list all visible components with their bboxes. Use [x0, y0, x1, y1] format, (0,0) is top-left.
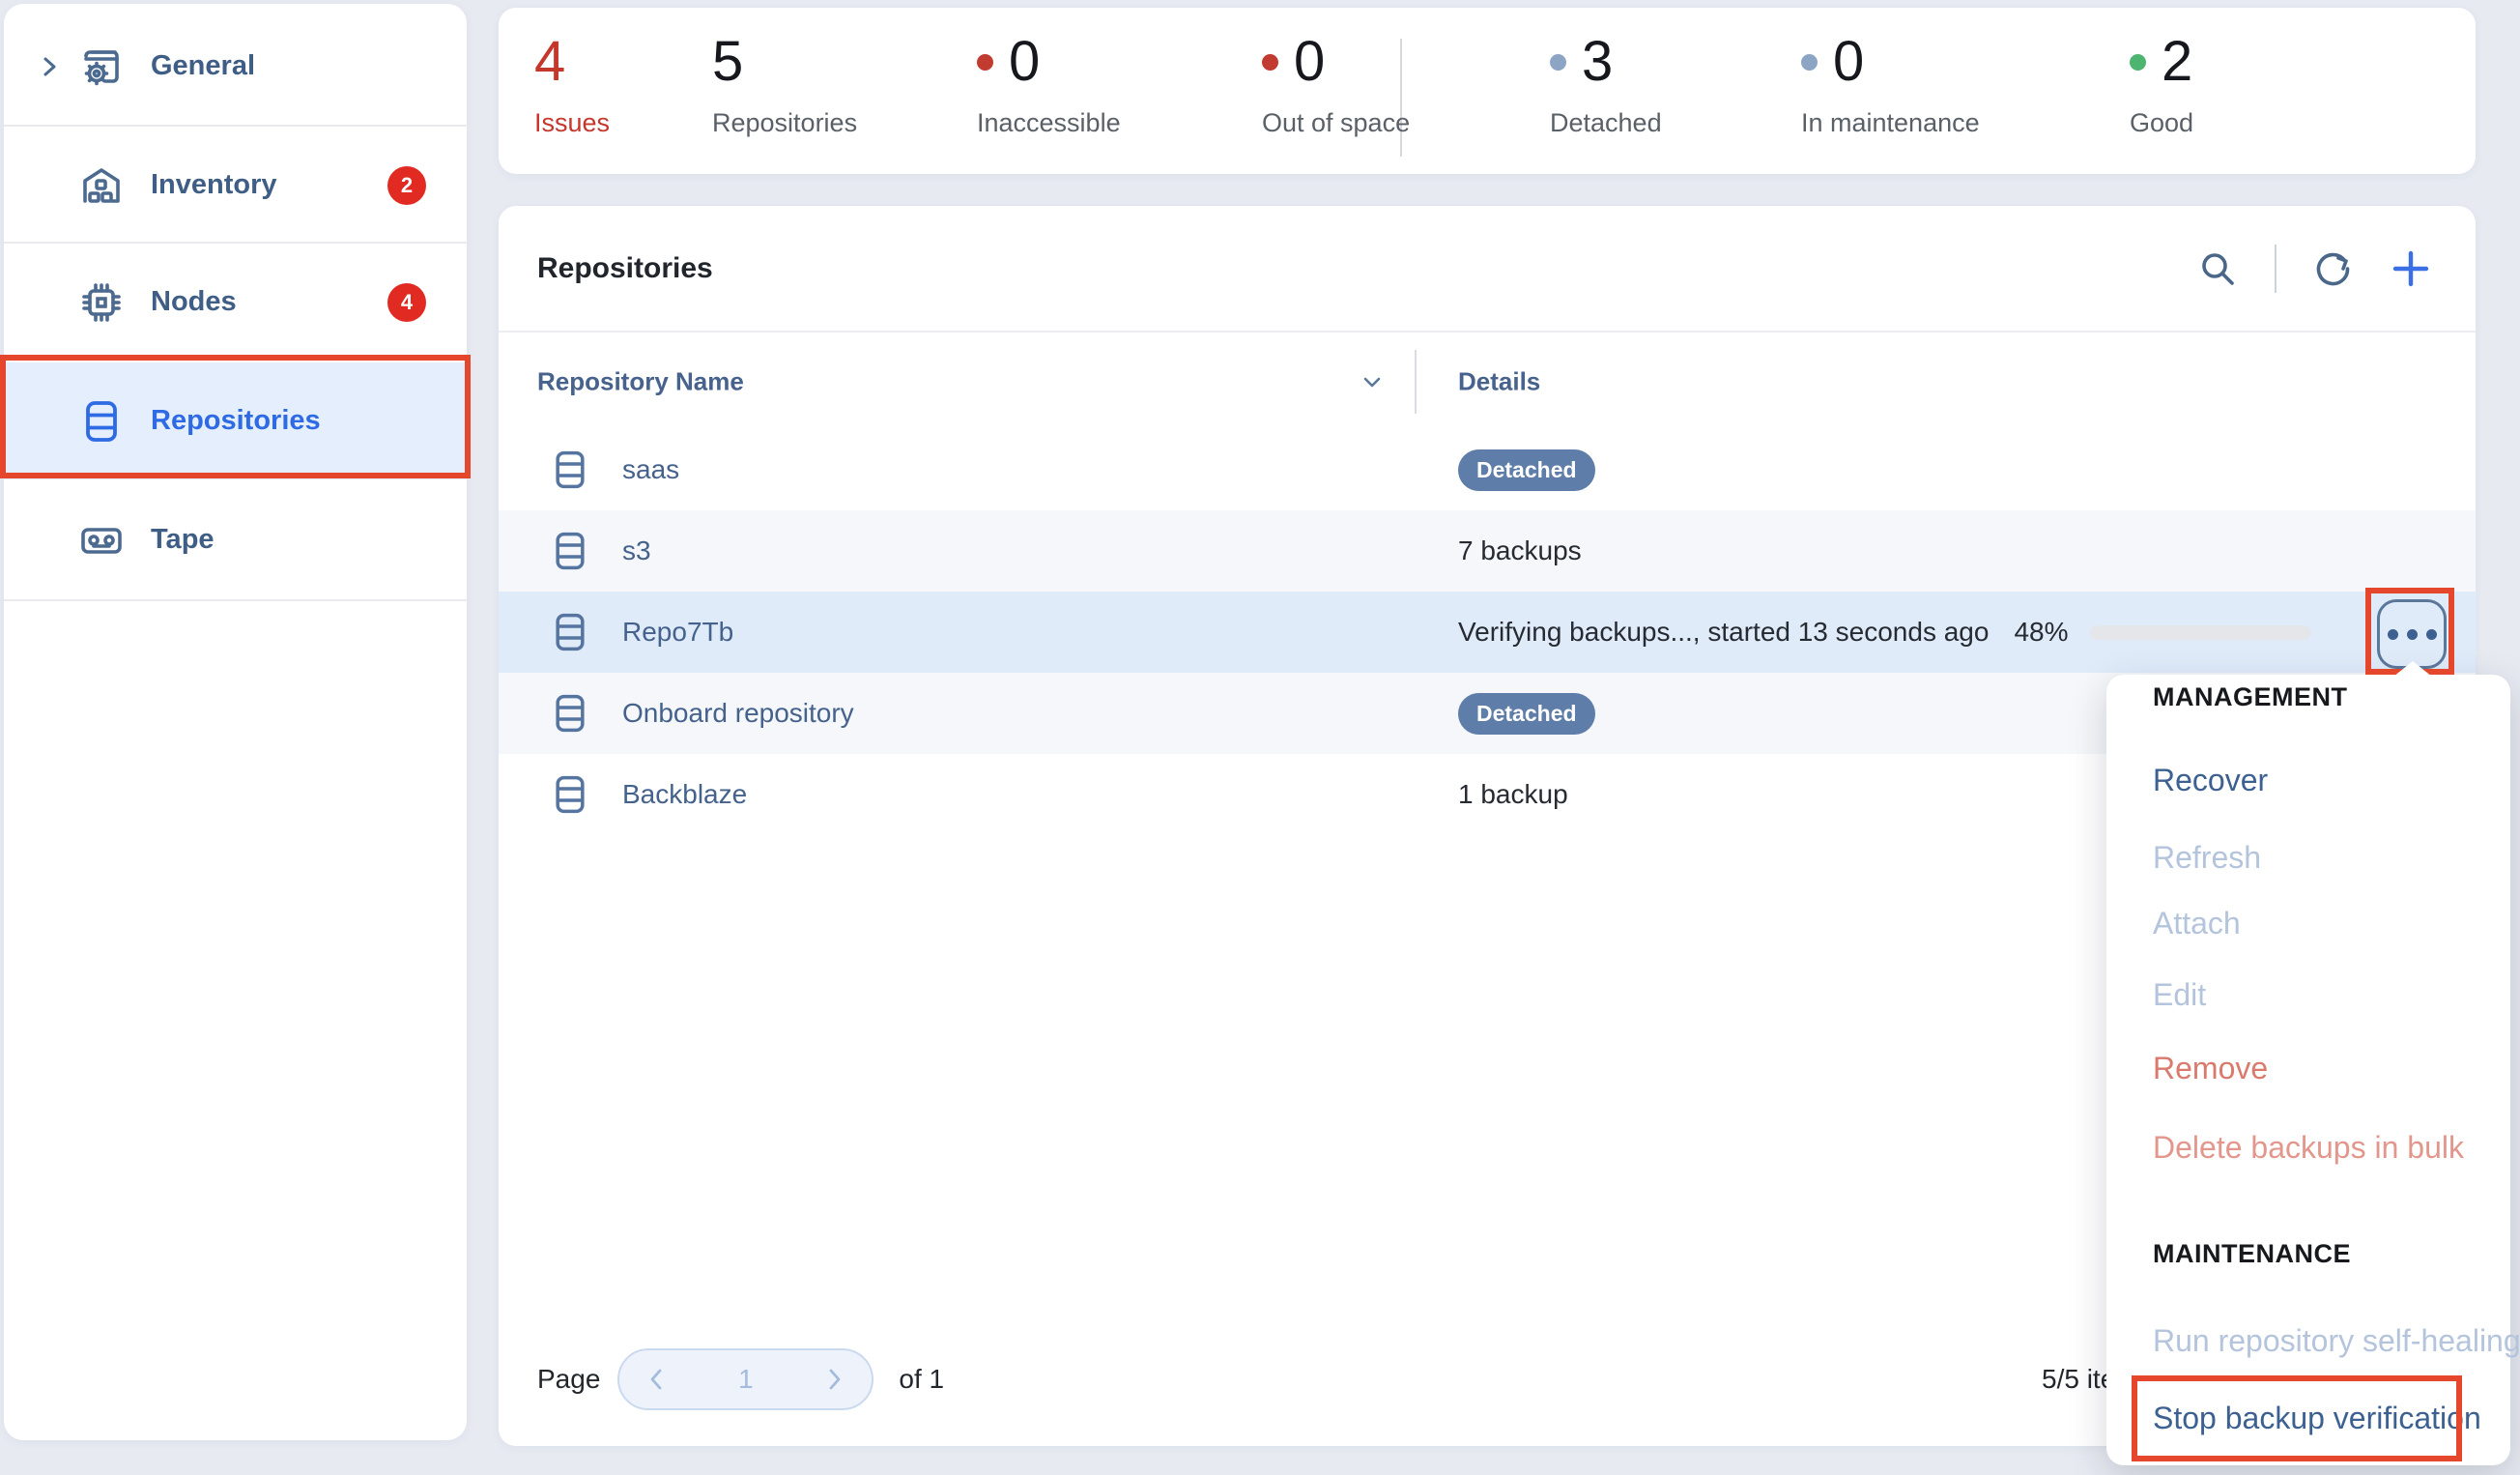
repository-name[interactable]: s3	[622, 535, 651, 566]
verification-status-text: Verifying backups..., started 13 seconds…	[1458, 617, 1989, 648]
sidebar-item-general[interactable]: General	[4, 8, 467, 125]
add-repository-button[interactable]	[2391, 248, 2431, 289]
table-row-s3[interactable]: s3 7 backups	[499, 510, 2476, 592]
nodes-count-badge: 4	[387, 283, 426, 322]
out-of-space-label: Out of space	[1262, 108, 1410, 138]
panel-header: Repositories	[499, 206, 2476, 333]
stat-issues: 4 Issues	[534, 31, 610, 138]
table-row-saas[interactable]: saas Detached	[499, 429, 2476, 510]
issues-count: 4	[534, 31, 610, 93]
good-count: 2	[2162, 31, 2192, 93]
issues-label: Issues	[534, 108, 610, 138]
status-dot	[1801, 54, 1818, 71]
menu-item-recover[interactable]: Recover	[2153, 760, 2268, 800]
stat-good: 2 Good	[2130, 31, 2193, 138]
table-header: Repository Name Details	[499, 334, 2476, 429]
progress-bar	[2090, 625, 2311, 640]
repositories-label: Repositories	[712, 108, 857, 138]
inaccessible-count: 0	[1009, 31, 1040, 93]
status-badge: Detached	[1458, 449, 1595, 491]
inventory-count-badge: 2	[387, 166, 426, 205]
sidebar-item-tape[interactable]: Tape	[4, 481, 467, 598]
search-icon[interactable]	[2197, 248, 2238, 289]
status-dot	[977, 54, 993, 71]
refresh-icon[interactable]	[2313, 248, 2354, 289]
stat-in-maintenance: 0 In maintenance	[1801, 31, 1980, 138]
status-dot	[1550, 54, 1566, 71]
current-page-number: 1	[738, 1364, 754, 1395]
previous-page-button[interactable]	[644, 1367, 670, 1392]
repository-details: 7 backups	[1458, 535, 2456, 566]
detached-label: Detached	[1550, 108, 1662, 138]
menu-item-delete-backups-in-bulk[interactable]: Delete backups in bulk	[2153, 1127, 2464, 1168]
repository-icon	[78, 398, 125, 445]
table-row-repo7tb[interactable]: Repo7Tb Verifying backups..., started 13…	[499, 592, 2476, 673]
divider	[2275, 245, 2277, 293]
inaccessible-label: Inaccessible	[977, 108, 1121, 138]
status-summary-bar: 4 Issues 5 Repositories 0 Inaccessible 0…	[499, 8, 2476, 174]
in-maintenance-label: In maintenance	[1801, 108, 1980, 138]
sidebar-item-inventory[interactable]: Inventory 2	[4, 127, 467, 244]
status-badge: Detached	[1458, 693, 1595, 735]
chevron-right-icon[interactable]	[36, 53, 63, 80]
sidebar-item-nodes[interactable]: Nodes 4	[4, 244, 467, 361]
status-dot	[2130, 54, 2146, 71]
page-stepper: 1	[617, 1348, 873, 1410]
menu-item-run-repository-self-healing: Run repository self-healing	[2153, 1320, 2520, 1361]
menu-item-remove[interactable]: Remove	[2153, 1048, 2268, 1088]
repository-icon	[549, 772, 591, 817]
repository-icon	[549, 529, 591, 573]
repository-icon	[549, 448, 591, 492]
progress-percent: 48%	[2014, 617, 2068, 648]
detached-count: 3	[1582, 31, 1613, 93]
repositories-count: 5	[712, 31, 857, 93]
sidebar-item-label: General	[151, 50, 255, 82]
in-maintenance-count: 0	[1833, 31, 1864, 93]
sidebar-item-label: Inventory	[151, 169, 277, 201]
repository-name[interactable]: Repo7Tb	[622, 617, 733, 648]
repository-name[interactable]: Backblaze	[622, 779, 747, 810]
column-details: Details	[1458, 367, 1540, 397]
chevron-down-icon[interactable]	[1358, 367, 1387, 396]
chip-icon	[78, 279, 125, 326]
status-dot	[1262, 54, 1278, 71]
menu-section-maintenance: MAINTENANCE	[2153, 1239, 2351, 1269]
menu-item-refresh: Refresh	[2153, 837, 2261, 878]
sidebar-item-label: Nodes	[151, 286, 237, 318]
out-of-space-count: 0	[1294, 31, 1325, 93]
menu-section-management: MANAGEMENT	[2153, 682, 2348, 712]
menu-item-attach: Attach	[2153, 903, 2241, 943]
divider	[1415, 350, 1417, 414]
inventory-icon	[78, 162, 125, 209]
menu-item-stop-backup-verification[interactable]: Stop backup verification	[2153, 1398, 2481, 1438]
repository-icon	[549, 610, 591, 654]
next-page-button[interactable]	[821, 1367, 846, 1392]
sidebar-item-label: Tape	[151, 524, 215, 556]
divider	[4, 599, 467, 601]
page-of-label: of 1	[899, 1364, 944, 1395]
menu-pointer-notch	[2393, 661, 2432, 677]
repository-name[interactable]: saas	[622, 454, 679, 485]
column-repository-name[interactable]: Repository Name	[537, 367, 744, 397]
sidebar-item-repositories[interactable]: Repositories	[4, 362, 467, 479]
stat-repositories: 5 Repositories	[712, 31, 857, 138]
page-title: Repositories	[537, 252, 713, 285]
sidebar: General Inventory 2 Nodes 4	[4, 4, 467, 1440]
stat-inaccessible: 0 Inaccessible	[977, 31, 1121, 138]
stat-out-of-space: 0 Out of space	[1262, 31, 1410, 138]
good-label: Good	[2130, 108, 2193, 138]
stat-detached: 3 Detached	[1550, 31, 1662, 138]
page-label: Page	[537, 1364, 600, 1395]
settings-window-icon	[78, 43, 125, 90]
row-actions-context-menu: MANAGEMENT Recover Refresh Attach Edit R…	[2106, 675, 2510, 1465]
menu-item-edit: Edit	[2153, 974, 2206, 1015]
repository-icon	[549, 691, 591, 736]
repository-name[interactable]: Onboard repository	[622, 698, 854, 729]
sidebar-item-label: Repositories	[151, 405, 321, 437]
tape-icon	[78, 517, 125, 564]
row-actions-button[interactable]	[2377, 599, 2447, 669]
